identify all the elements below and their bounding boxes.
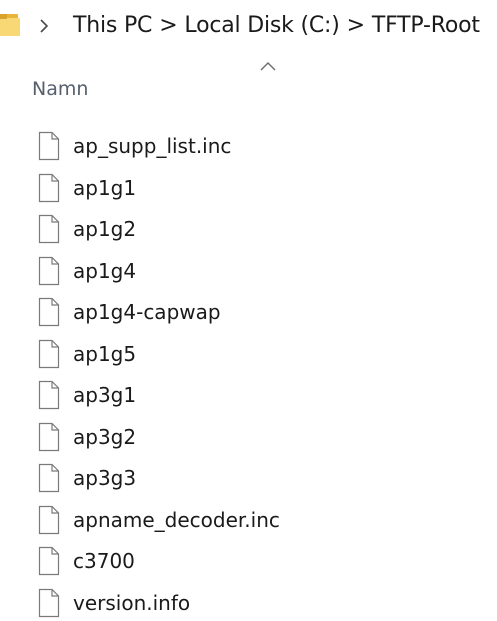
file-icon: [38, 463, 60, 493]
file-name: ap1g2: [73, 217, 137, 241]
file-icon: [38, 505, 60, 534]
breadcrumb: This PC > Local Disk (C:) > TFTP-Root: [73, 10, 480, 42]
file-name: ap3g1: [73, 383, 137, 407]
file-row[interactable]: ap1g5: [0, 335, 497, 377]
column-header-name[interactable]: Namn: [32, 76, 88, 102]
file-row[interactable]: c3700: [0, 542, 497, 584]
file-name: ap_supp_list.inc: [73, 134, 232, 158]
file-row[interactable]: ap_supp_list.inc: [0, 127, 497, 169]
file-row[interactable]: ap3g2: [0, 418, 497, 460]
breadcrumb-item-local-disk[interactable]: Local Disk (C:): [184, 13, 339, 38]
file-row[interactable]: ap1g4-capwap: [0, 293, 497, 335]
file-icon: [38, 256, 60, 285]
file-name: ap3g2: [73, 424, 137, 449]
breadcrumb-item-this-pc[interactable]: This PC: [73, 13, 152, 38]
file-row[interactable]: version.info: [0, 584, 497, 621]
file-row[interactable]: ap1g4: [0, 252, 497, 294]
file-name: version.info: [73, 590, 191, 615]
sort-ascending-icon: [260, 62, 276, 71]
file-name: ap1g1: [73, 175, 137, 200]
file-icon: [38, 131, 60, 161]
file-icon: [38, 546, 60, 576]
breadcrumb-separator[interactable]: >: [152, 13, 184, 38]
breadcrumb-separator[interactable]: >: [340, 13, 372, 38]
file-row[interactable]: ap1g1: [0, 169, 497, 211]
file-name: ap1g4-capwap: [73, 300, 221, 324]
address-bar[interactable]: This PC > Local Disk (C:) > TFTP-Root: [0, 0, 497, 52]
file-name: ap1g4: [73, 258, 137, 283]
file-name: apname_decoder.inc: [73, 507, 280, 532]
file-icon: [38, 297, 60, 327]
file-row[interactable]: apname_decoder.inc: [0, 501, 497, 543]
file-list: ap_supp_list.inc ap1g1 ap1g2 ap1g4 ap1g4…: [0, 127, 497, 621]
file-icon: [38, 173, 60, 202]
file-icon: [38, 214, 60, 244]
folder-icon: [0, 14, 20, 36]
file-row[interactable]: ap1g2: [0, 210, 497, 252]
file-name: ap3g3: [73, 466, 137, 490]
breadcrumb-item-tftp-root[interactable]: TFTP-Root: [372, 13, 480, 38]
file-name: ap1g5: [73, 341, 137, 366]
file-name: c3700: [73, 549, 135, 573]
file-row[interactable]: ap3g1: [0, 376, 497, 418]
file-icon: [38, 380, 60, 410]
file-row[interactable]: ap3g3: [0, 459, 497, 501]
file-icon: [38, 588, 60, 617]
file-explorer-window: This PC > Local Disk (C:) > TFTP-Root Namn a…: [0, 0, 497, 621]
file-icon: [38, 339, 60, 368]
file-icon: [38, 422, 60, 451]
chevron-right-icon[interactable]: [38, 18, 50, 34]
